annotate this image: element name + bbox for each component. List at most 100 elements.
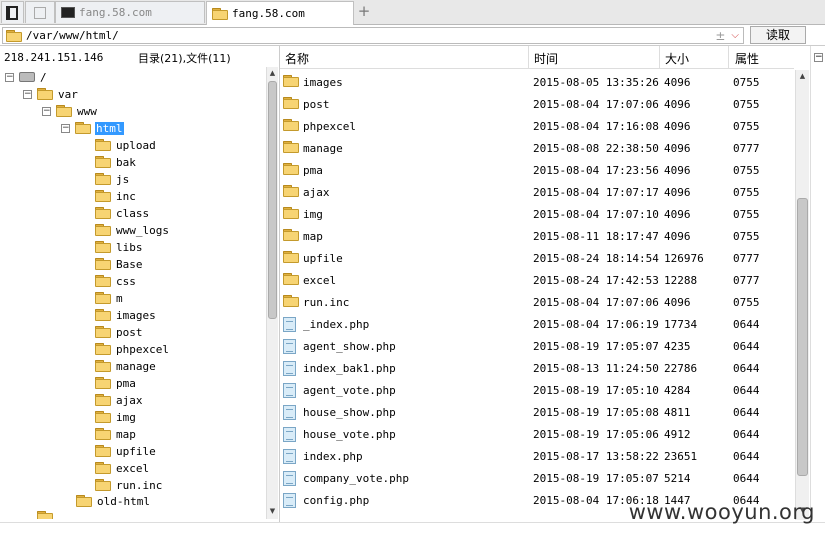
- table-row[interactable]: _index.php 2015-08-04 17:06:19 17734 0644: [280, 313, 794, 335]
- cell-name: phpexcel: [303, 120, 356, 133]
- tab-panel-toggle[interactable]: [1, 1, 24, 23]
- tree-node-www-logs[interactable]: www_logs: [95, 222, 170, 238]
- file-icon: [283, 427, 296, 442]
- column-attr[interactable]: 属性: [735, 50, 759, 67]
- tree-node-ajax[interactable]: ajax: [95, 392, 144, 408]
- status-bar: [0, 522, 825, 543]
- collapse-icon[interactable]: −: [23, 89, 32, 99]
- table-row[interactable]: index_bak1.php 2015-08-13 11:24:50 22786 06…: [280, 357, 794, 379]
- tree-node-partial[interactable]: [37, 509, 53, 519]
- table-row[interactable]: house_show.php 2015-08-19 17:05:08 4811 064…: [280, 401, 794, 423]
- collapse-icon[interactable]: −: [5, 72, 14, 82]
- cell-attr: 0644: [733, 384, 760, 397]
- folder-icon: [212, 7, 228, 20]
- read-button[interactable]: 读取: [750, 26, 806, 44]
- cell-size: 22786: [664, 362, 698, 375]
- tree-label: upfile: [116, 444, 156, 458]
- table-row[interactable]: agent_vote.php 2015-08-19 17:05:10 4284 064…: [280, 379, 794, 401]
- scrollbar-thumb[interactable]: [797, 198, 808, 476]
- cell-name: manage: [303, 142, 343, 155]
- collapse-icon[interactable]: −: [814, 53, 823, 62]
- tree-node-libs[interactable]: libs: [95, 239, 144, 255]
- column-divider[interactable]: [528, 46, 529, 68]
- table-row[interactable]: img 2015-08-04 17:07:10 4096 0755: [280, 203, 794, 225]
- tree-node-var[interactable]: − var: [23, 86, 79, 102]
- file-list-scrollbar[interactable]: ▲ ▼: [795, 70, 809, 520]
- scroll-down-icon[interactable]: ▼: [267, 507, 278, 515]
- scrollbar-thumb[interactable]: [268, 81, 277, 319]
- file-icon: [283, 471, 296, 486]
- tree-node-run-inc[interactable]: run.inc: [95, 477, 163, 493]
- tree-node-upload[interactable]: upload: [95, 137, 157, 153]
- table-row[interactable]: index.php 2015-08-17 13:58:22 23651 0644: [280, 445, 794, 467]
- tree-node-class[interactable]: class: [95, 205, 150, 221]
- tree-node-manage[interactable]: manage: [95, 358, 157, 374]
- cell-name: upfile: [303, 252, 343, 265]
- tab-blank[interactable]: [25, 1, 55, 23]
- tree-node-post[interactable]: post: [95, 324, 144, 340]
- tree-node-excel[interactable]: excel: [95, 460, 150, 476]
- tree-node-bak[interactable]: bak: [95, 154, 137, 170]
- tree-node-img[interactable]: img: [95, 409, 137, 425]
- tree-scrollbar[interactable]: ▲ ▼: [266, 67, 278, 519]
- tree-label: manage: [116, 359, 156, 373]
- add-tab-button[interactable]: +: [357, 3, 371, 19]
- column-size[interactable]: 大小: [665, 50, 689, 67]
- table-row[interactable]: agent_show.php 2015-08-19 17:05:07 4235 064…: [280, 335, 794, 357]
- collapse-icon[interactable]: −: [42, 106, 51, 116]
- cell-size: 4096: [664, 230, 691, 243]
- cell-name: index.php: [303, 450, 363, 463]
- tree-node-inc[interactable]: inc: [95, 188, 137, 204]
- column-time[interactable]: 时间: [534, 50, 558, 67]
- cell-time: 2015-08-04 17:07:06: [533, 296, 659, 309]
- tree-node-upfile[interactable]: upfile: [95, 443, 157, 459]
- scroll-up-icon[interactable]: ▲: [267, 69, 278, 77]
- cell-name: img: [303, 208, 323, 221]
- table-row[interactable]: house_vote.php 2015-08-19 17:05:06 4912 064…: [280, 423, 794, 445]
- tree-node-js[interactable]: js: [95, 171, 130, 187]
- tree-node-phpexcel[interactable]: phpexcel: [95, 341, 170, 357]
- table-row[interactable]: post 2015-08-04 17:07:06 4096 0755: [280, 93, 794, 115]
- table-row[interactable]: excel 2015-08-24 17:42:53 12288 0777: [280, 269, 794, 291]
- tree-node-base[interactable]: Base: [95, 256, 144, 272]
- cell-attr: 0755: [733, 208, 760, 221]
- cell-size: 4096: [664, 120, 691, 133]
- tab-terminal[interactable]: fang.58.com: [55, 1, 205, 23]
- table-row[interactable]: pma 2015-08-04 17:23:56 4096 0755: [280, 159, 794, 181]
- path-input[interactable]: /var/www/html/ ± ⌵: [2, 27, 744, 44]
- file-icon: [283, 383, 296, 398]
- cell-attr: 0777: [733, 252, 760, 265]
- column-divider[interactable]: [728, 46, 729, 68]
- table-row[interactable]: manage 2015-08-08 22:38:50 4096 0777: [280, 137, 794, 159]
- tree-node-old-html[interactable]: old-html: [76, 493, 151, 509]
- cell-name: _index.php: [303, 318, 370, 331]
- tree-node-www[interactable]: − www: [42, 103, 98, 119]
- table-row[interactable]: company_vote.php 2015-08-19 17:05:07 5214 0…: [280, 467, 794, 489]
- cell-name: config.php: [303, 494, 370, 507]
- table-row[interactable]: phpexcel 2015-08-04 17:16:08 4096 0755: [280, 115, 794, 137]
- table-row[interactable]: images 2015-08-05 13:35:26 4096 0755: [280, 71, 794, 93]
- tree-label: post: [116, 325, 143, 339]
- chevron-down-icon[interactable]: ⌵: [731, 30, 739, 41]
- tree-node-pma[interactable]: pma: [95, 375, 137, 391]
- table-row[interactable]: map 2015-08-11 18:17:47 4096 0755: [280, 225, 794, 247]
- tree-node-map[interactable]: map: [95, 426, 137, 442]
- collapse-icon[interactable]: −: [61, 123, 70, 133]
- cell-attr: 0755: [733, 296, 760, 309]
- scroll-up-icon[interactable]: ▲: [796, 72, 809, 80]
- column-name[interactable]: 名称: [285, 50, 309, 67]
- tree-node-html[interactable]: − html: [61, 120, 124, 136]
- table-row[interactable]: upfile 2015-08-24 18:14:54 126976 0777: [280, 247, 794, 269]
- cell-time: 2015-08-19 17:05:06: [533, 428, 659, 441]
- column-divider[interactable]: [659, 46, 660, 68]
- table-row[interactable]: run.inc 2015-08-04 17:07:06 4096 0755: [280, 291, 794, 313]
- tab-file-manager[interactable]: fang.58.com: [206, 1, 354, 25]
- tree-label: img: [116, 410, 136, 424]
- tree-node-root[interactable]: − /: [5, 69, 48, 85]
- tree-node-images[interactable]: images: [95, 307, 157, 323]
- tree-label-selected: html: [95, 121, 124, 135]
- tree-node-css[interactable]: css: [95, 273, 137, 289]
- tree-node-m[interactable]: m: [95, 290, 124, 306]
- encoding-icon[interactable]: ±: [715, 29, 725, 43]
- table-row[interactable]: ajax 2015-08-04 17:07:17 4096 0755: [280, 181, 794, 203]
